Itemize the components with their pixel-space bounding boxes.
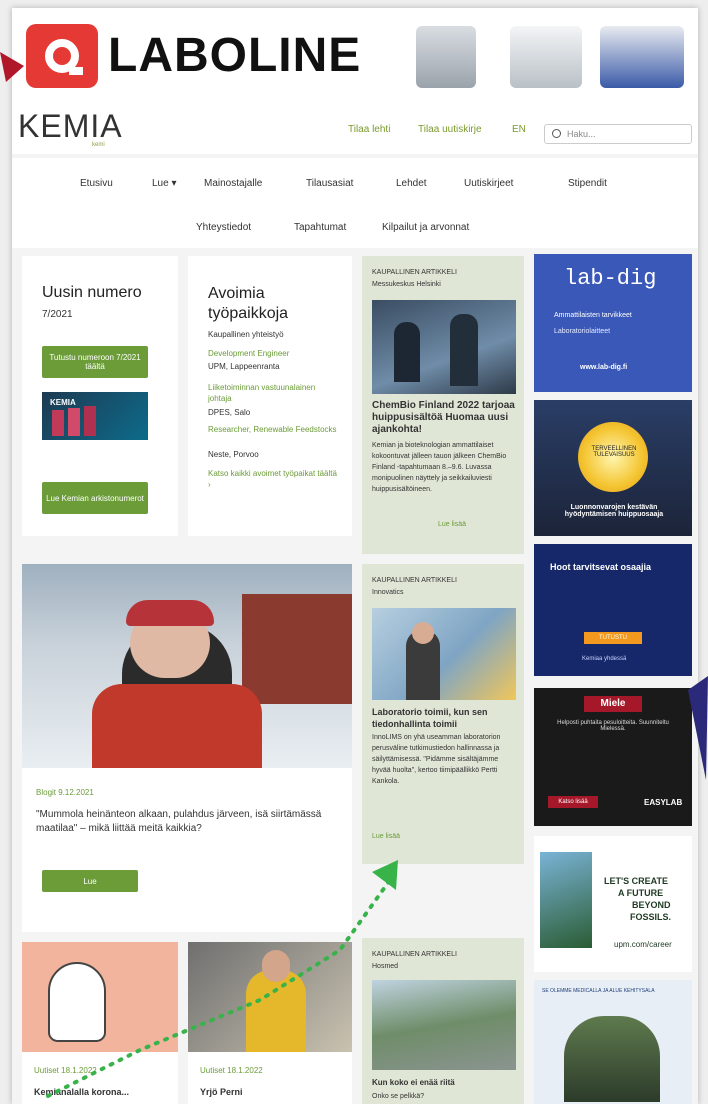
purple-arrow-icon: [688, 676, 708, 780]
green-arrow-icon: [372, 860, 398, 890]
annotation-overlay: [0, 52, 708, 1098]
dotted-arrow-path: [46, 878, 392, 1098]
red-arrow-icon: [0, 52, 24, 82]
